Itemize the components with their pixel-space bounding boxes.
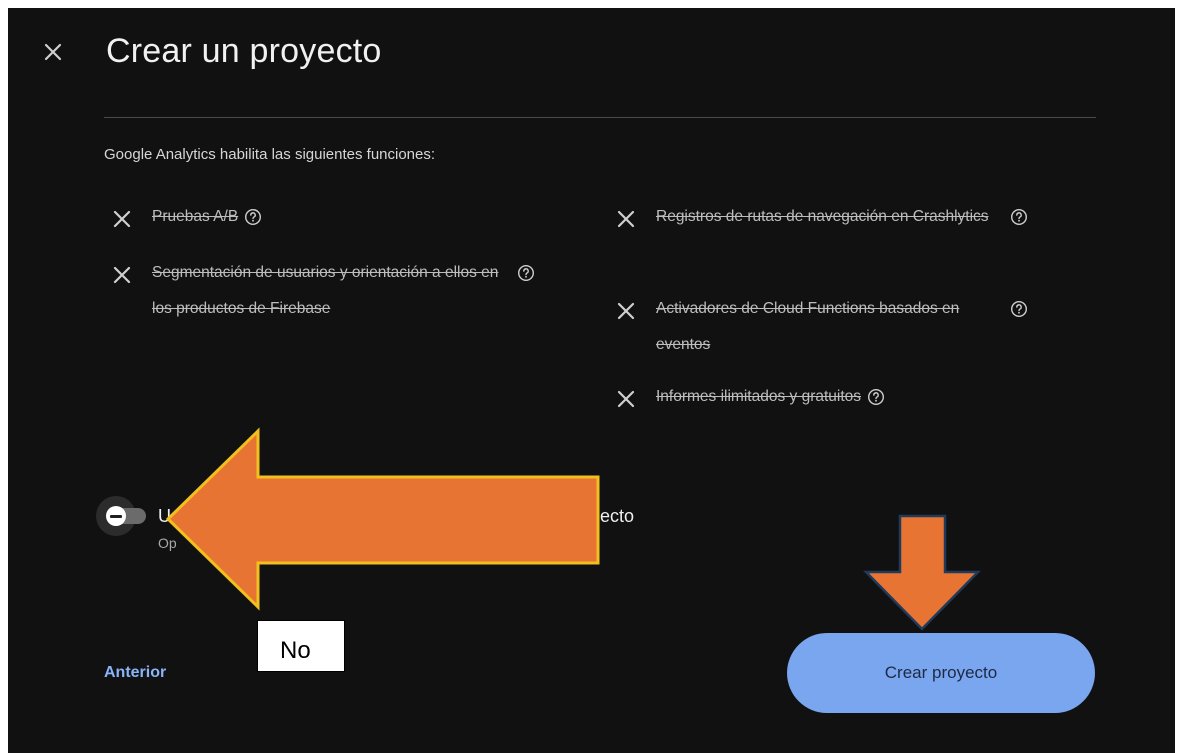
intro-text: Google Analytics habilita las siguientes… xyxy=(104,146,436,163)
help-icon[interactable] xyxy=(1010,300,1028,318)
divider xyxy=(104,117,1096,118)
feature-item: Pruebas A/B xyxy=(112,207,262,235)
feature-label: Activadores de Cloud Functions basados e… xyxy=(656,300,960,353)
x-icon xyxy=(616,301,636,321)
x-icon xyxy=(616,389,636,409)
back-button[interactable]: Anterior xyxy=(104,664,166,682)
feature-item: Segmentación de usuarios y orientación a… xyxy=(112,263,542,327)
toggle-knob xyxy=(106,506,126,526)
feature-label: Informes ilimitados y gratuitos xyxy=(656,388,862,405)
help-icon[interactable] xyxy=(244,208,262,226)
feature-item: Registros de rutas de navegación en Cras… xyxy=(616,207,1046,235)
x-icon xyxy=(112,265,132,285)
feature-item: Activadores de Cloud Functions basados e… xyxy=(616,299,1046,363)
dialog: Crear un proyecto Google Analytics habil… xyxy=(8,8,1175,753)
toggle-title-end: ecto xyxy=(600,506,635,526)
feature-label: Segmentación de usuarios y orientación a… xyxy=(152,264,499,317)
analytics-toggle[interactable] xyxy=(96,496,156,536)
toggle-title: U xyxy=(158,506,171,527)
toggle-title-start: U xyxy=(158,506,171,526)
feature-label: Pruebas A/B xyxy=(152,208,239,225)
toggle-subtitle: Op xyxy=(158,535,177,551)
help-icon[interactable] xyxy=(867,388,885,406)
help-icon[interactable] xyxy=(1010,208,1028,226)
close-icon[interactable] xyxy=(41,40,65,64)
feature-label: Registros de rutas de navegación en Cras… xyxy=(656,208,989,225)
x-icon xyxy=(616,209,636,229)
x-icon xyxy=(112,209,132,229)
page-title: Crear un proyecto xyxy=(106,32,382,70)
no-annotation-label: No xyxy=(257,620,345,672)
help-icon[interactable] xyxy=(517,264,535,282)
create-project-button[interactable]: Crear proyecto xyxy=(787,633,1095,713)
feature-item: Informes ilimitados y gratuitos xyxy=(616,387,885,415)
